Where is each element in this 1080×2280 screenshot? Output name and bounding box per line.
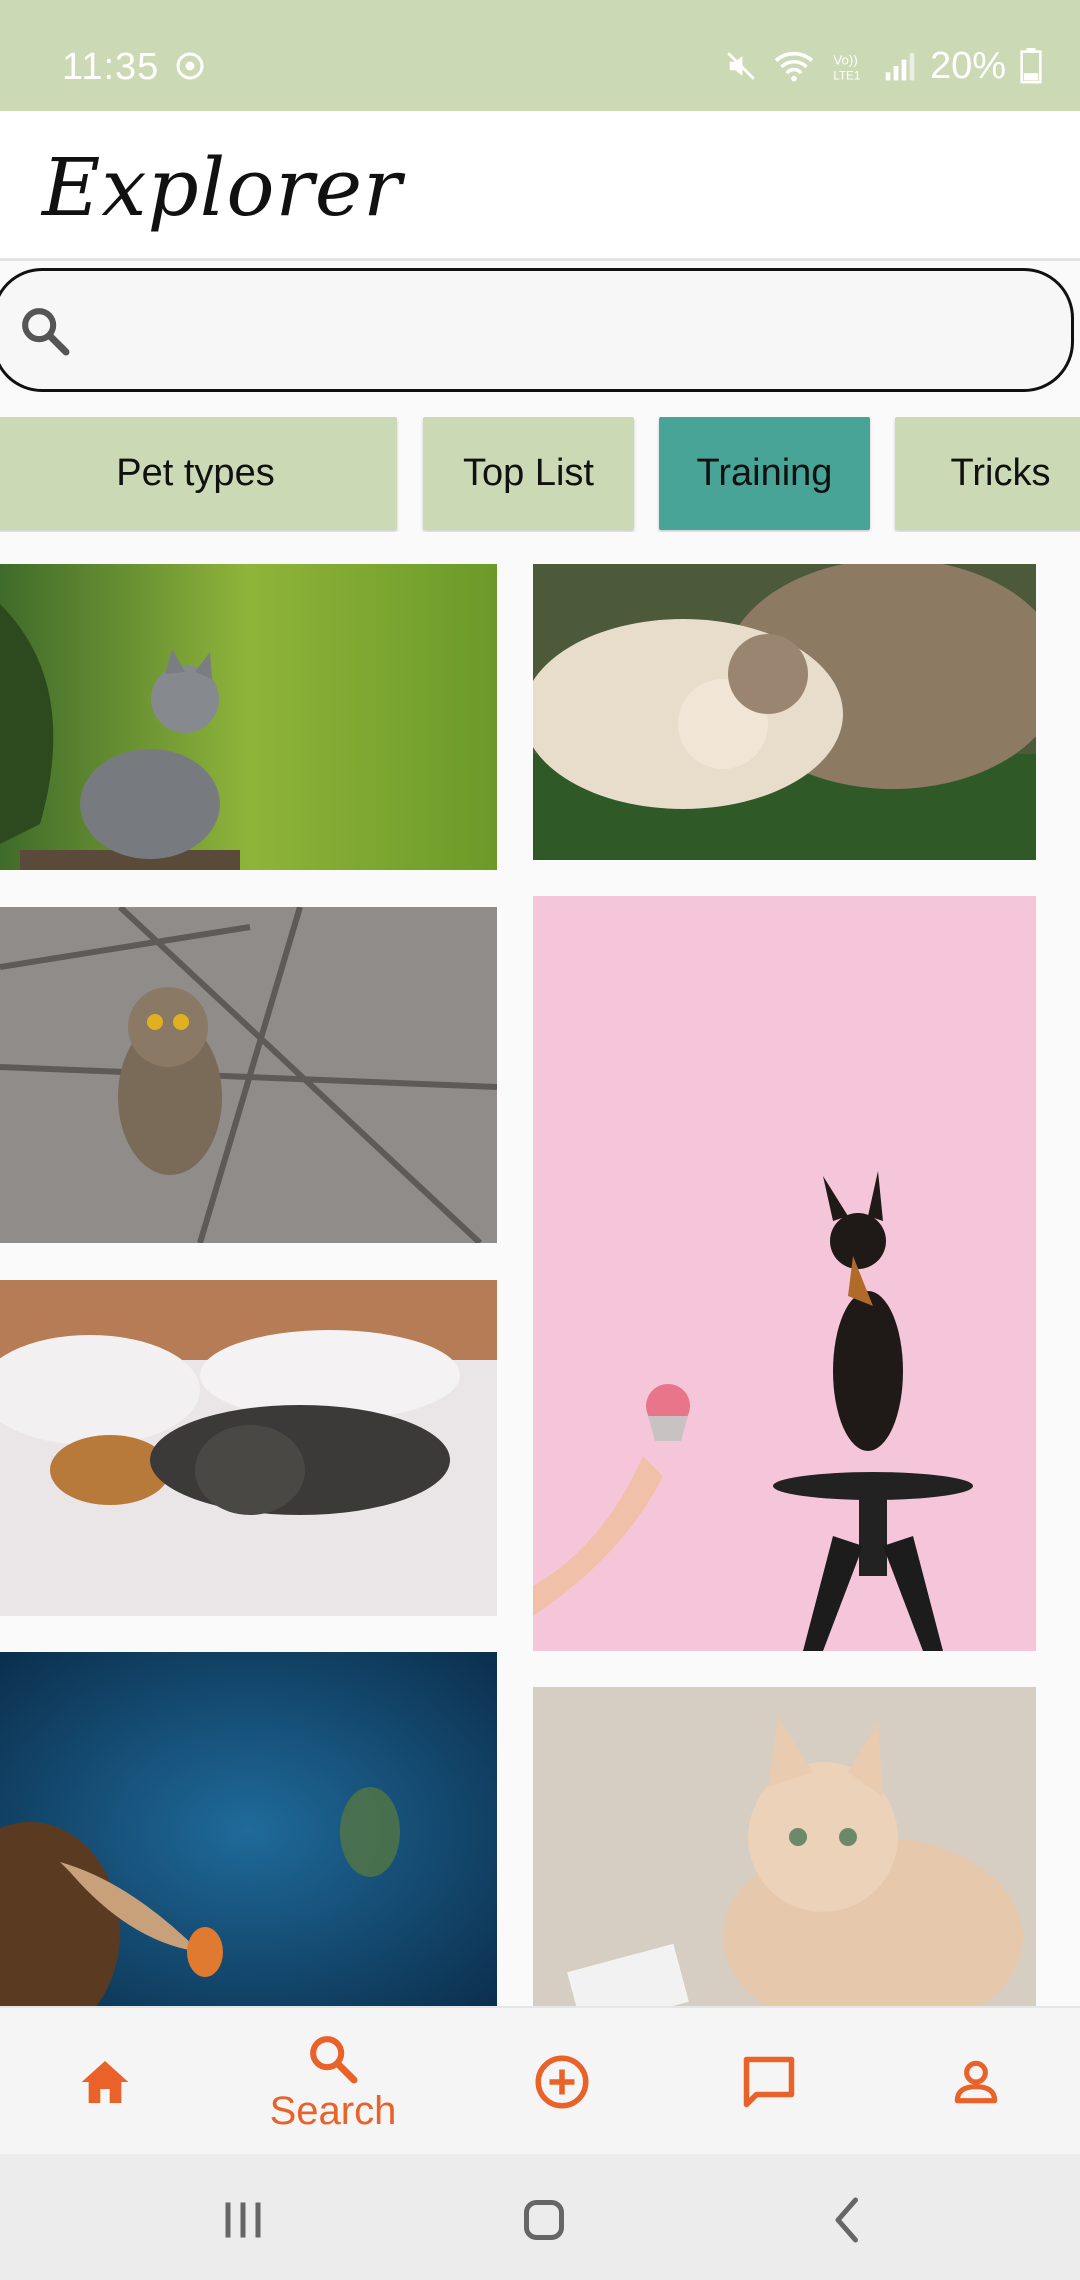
home-icon — [81, 2061, 129, 2103]
search-input[interactable] — [95, 291, 1035, 371]
wifi-icon — [774, 51, 814, 82]
svg-text:Vo)): Vo)) — [833, 52, 857, 67]
search-bar[interactable] — [0, 268, 1074, 392]
status-indicators: Vo)) LTE1 20% — [724, 44, 1042, 88]
chip-top-list[interactable]: Top List — [423, 417, 634, 530]
owl-on-branch-photo[interactable] — [0, 907, 497, 1243]
category-chips: Pet types Top List Training Tricks — [0, 417, 1080, 532]
system-navigation-bar — [0, 2154, 1080, 2280]
kitten-on-log-photo[interactable] — [0, 564, 497, 870]
nav-add[interactable] — [507, 2008, 617, 2156]
battery-percent: 20% — [929, 44, 1006, 87]
person-icon — [954, 2060, 998, 2104]
nav-profile[interactable] — [921, 2008, 1031, 2156]
status-bar: 11:35 Vo)) LTE1 20% — [0, 0, 1080, 111]
chip-label: Tricks — [950, 452, 1051, 494]
bottom-navigation: Search — [0, 2006, 1080, 2154]
home-button-icon[interactable] — [514, 2190, 574, 2250]
svg-text:LTE1: LTE1 — [833, 69, 860, 82]
chat-icon — [743, 2056, 795, 2108]
nav-search-label: Search — [269, 2088, 397, 2133]
search-icon — [22, 308, 70, 356]
chip-label: Training — [696, 452, 833, 494]
chip-label: Pet types — [116, 452, 275, 494]
add-circle-icon — [535, 2055, 589, 2109]
nav-search[interactable]: Search — [253, 2008, 413, 2156]
chip-pet-types[interactable]: Pet types — [0, 417, 397, 530]
cat-and-dog-cuddling-photo[interactable] — [533, 564, 1036, 860]
recent-apps-icon[interactable] — [213, 2190, 273, 2250]
cream-cat-lying-photo[interactable] — [533, 1687, 1036, 2007]
photo-grid — [0, 562, 1080, 2007]
app-bar: Explorer — [0, 111, 1080, 261]
chip-training[interactable]: Training — [659, 417, 870, 530]
fish-underwater-photo[interactable] — [0, 1652, 497, 2007]
chip-label: Top List — [463, 452, 594, 494]
chip-tricks[interactable]: Tricks — [895, 417, 1080, 530]
search-icon — [310, 2035, 358, 2083]
nav-messages[interactable] — [714, 2008, 824, 2156]
status-time: 11:35 — [62, 46, 160, 88]
nav-home[interactable] — [50, 2008, 160, 2156]
back-icon[interactable] — [818, 2190, 878, 2250]
mute-icon — [727, 52, 755, 80]
dog-standing-on-stool-pink-photo[interactable] — [533, 896, 1036, 1651]
dogs-sleeping-on-bed-photo[interactable] — [0, 1280, 497, 1616]
battery-icon — [1020, 48, 1042, 84]
page-title: Explorer — [42, 141, 403, 234]
sync-icon — [176, 52, 204, 80]
signal-icon — [885, 53, 915, 81]
volte-icon: Vo)) LTE1 — [833, 52, 860, 82]
